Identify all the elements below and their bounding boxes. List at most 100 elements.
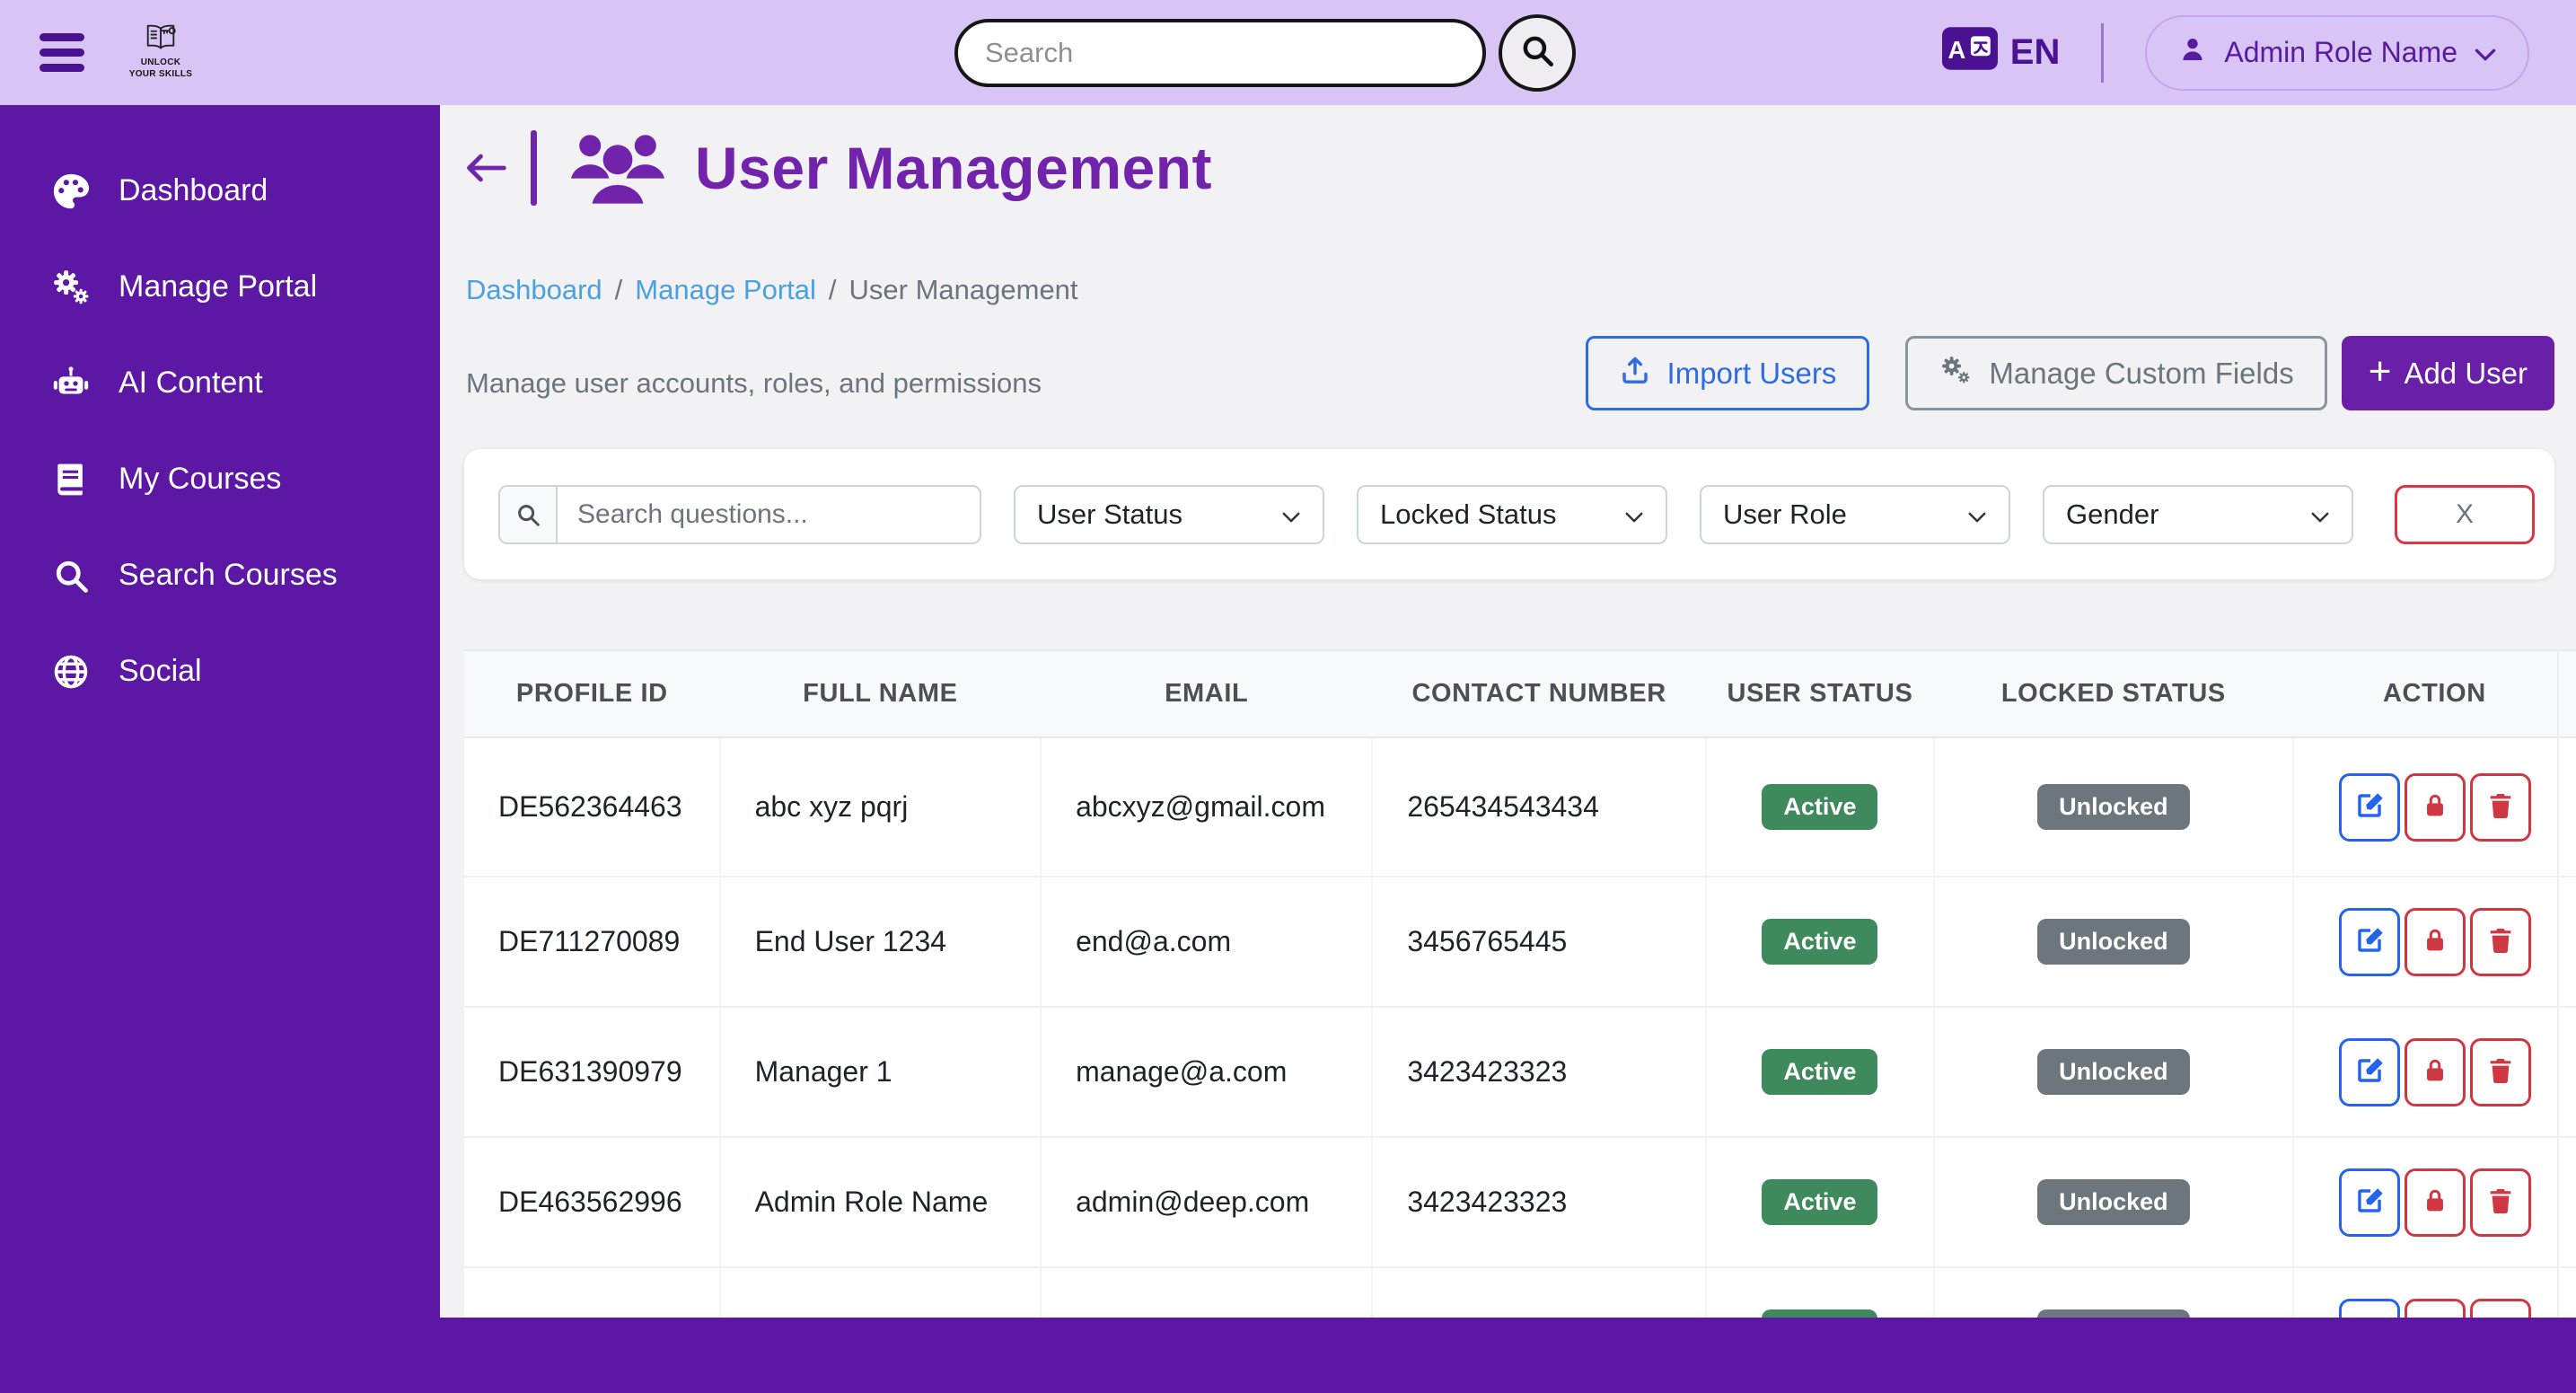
user-status-badge: Active (1762, 784, 1877, 830)
user-status-badge: Active (1762, 919, 1877, 965)
col-locked-status: LOCKED STATUS (1934, 650, 2293, 737)
contact-cell: 3456765445 (1372, 877, 1706, 1007)
col-profile-id: PROFILE ID (464, 650, 720, 737)
upload-icon (1619, 354, 1651, 393)
user-menu-label: Admin Role Name (2224, 36, 2457, 69)
svg-text:A: A (1947, 35, 1965, 63)
gender-select[interactable]: Gender (2043, 485, 2353, 544)
full-name-cell: Manager 1 (720, 1007, 1042, 1137)
delete-user-button[interactable] (2470, 1168, 2531, 1237)
gears-icon (1939, 353, 1973, 394)
sidebar-item-my-courses[interactable]: My Courses (0, 431, 440, 527)
profile-id-cell: DE711270089 (464, 877, 720, 1007)
sidebar-item-label: My Courses (119, 462, 281, 497)
profile-id-cell: DE562364463 (464, 737, 720, 877)
delete-user-button[interactable] (2470, 773, 2531, 842)
hamburger-menu-icon[interactable] (40, 33, 84, 72)
page-description: Manage user accounts, roles, and permiss… (466, 367, 1042, 400)
edit-user-button[interactable] (2339, 1168, 2400, 1237)
edit-icon (2353, 789, 2386, 824)
profile-id-cell: DE463562996 (464, 1137, 720, 1267)
profile-id-cell: DE631390979 (464, 1007, 720, 1137)
contact-cell: 3423423323 (1372, 1007, 1706, 1137)
book-key-logo-icon (122, 22, 199, 56)
sidebar-item-label: Social (119, 654, 202, 689)
full-name-cell: End User 1234 (720, 877, 1042, 1007)
sidebar-item-label: Search Courses (119, 558, 338, 593)
breadcrumb-manage-portal[interactable]: Manage Portal (635, 274, 816, 306)
breadcrumb-dashboard[interactable]: Dashboard (466, 274, 602, 306)
lock-user-button[interactable] (2405, 773, 2466, 842)
brand-logo[interactable]: UNLOCK YOUR SKILLS (122, 22, 199, 79)
language-selector[interactable]: A EN (1942, 27, 2061, 79)
sidebar-item-label: AI Content (119, 366, 263, 401)
lock-icon (2421, 926, 2449, 957)
delete-user-button[interactable] (2470, 1038, 2531, 1106)
language-label: EN (2010, 32, 2061, 73)
lock-user-button[interactable] (2405, 1299, 2466, 1318)
sidebar-item-search-courses[interactable]: Search Courses (0, 527, 440, 623)
user-role-select[interactable]: User Role (1700, 485, 2010, 544)
table-row: DE463562996 Admin Role Name admin@deep.c… (464, 1137, 2576, 1267)
book-icon (50, 459, 92, 500)
edit-icon (2353, 924, 2386, 959)
delete-user-button[interactable] (2470, 1299, 2531, 1318)
edit-user-button[interactable] (2339, 773, 2400, 842)
plus-icon: + (2369, 352, 2392, 392)
add-user-button[interactable]: + Add User (2342, 336, 2554, 410)
sidebar-item-label: Dashboard (119, 173, 268, 208)
global-search-input[interactable] (954, 19, 1486, 87)
import-users-button[interactable]: Import Users (1586, 336, 1870, 410)
delete-user-button[interactable] (2470, 908, 2531, 976)
main-content: User Management Dashboard / Manage Porta… (440, 105, 2576, 1318)
page-title: User Management (695, 134, 1212, 202)
user-status-select-value: User Status (1037, 498, 1182, 531)
edit-user-button[interactable] (2339, 1299, 2400, 1318)
back-arrow-icon[interactable] (464, 151, 507, 185)
filter-bar: User Status Locked Status User Role Gend… (464, 449, 2554, 579)
breadcrumb-current: User Management (849, 274, 1078, 306)
edit-icon (2353, 1185, 2386, 1220)
edit-user-button[interactable] (2339, 1038, 2400, 1106)
breadcrumb-separator: / (829, 274, 837, 306)
email-cell: admin@deep.com (1041, 1137, 1372, 1267)
sidebar-item-dashboard[interactable]: Dashboard (0, 143, 440, 239)
close-icon: X (2456, 499, 2474, 530)
global-search-button[interactable] (1499, 14, 1576, 92)
chevron-down-icon (1281, 498, 1301, 531)
import-users-label: Import Users (1667, 357, 1837, 391)
clear-filters-button[interactable]: X (2395, 485, 2535, 544)
lock-user-button[interactable] (2405, 908, 2466, 976)
chevron-down-icon (2310, 498, 2330, 531)
contact-cell: +12345678900 (1372, 1267, 1706, 1318)
translate-icon: A (1942, 27, 1998, 79)
table-row: DE711270089 End User 1234 end@a.com 3456… (464, 877, 2576, 1007)
user-menu[interactable]: Admin Role Name (2145, 15, 2529, 91)
lock-user-button[interactable] (2405, 1038, 2466, 1106)
sidebar-item-manage-portal[interactable]: Manage Portal (0, 239, 440, 335)
globe-icon (50, 651, 92, 692)
filter-search-input[interactable] (556, 485, 981, 544)
chevron-down-icon (1624, 498, 1644, 531)
palette-icon (50, 171, 92, 212)
user-status-select[interactable]: User Status (1014, 485, 1324, 544)
sidebar-item-social[interactable]: Social (0, 623, 440, 719)
users-table-card: PROFILE ID FULL NAME EMAIL CONTACT NUMBE… (464, 649, 2576, 1318)
search-icon (50, 555, 92, 596)
col-user-status: USER STATUS (1706, 650, 1934, 737)
manage-custom-fields-button[interactable]: Manage Custom Fields (1905, 336, 2326, 410)
lock-user-button[interactable] (2405, 1168, 2466, 1237)
logo-text-line1: UNLOCK (122, 57, 199, 67)
col-full-name: FULL NAME (720, 650, 1042, 737)
topbar: UNLOCK YOUR SKILLS A EN (0, 0, 2576, 105)
col-email: EMAIL (1041, 650, 1372, 737)
table-row: DE487034925 Test User test@gmail.com +12… (464, 1267, 2576, 1318)
locked-status-select[interactable]: Locked Status (1357, 485, 1667, 544)
edit-user-button[interactable] (2339, 908, 2400, 976)
col-action: ACTION (2293, 650, 2576, 737)
sidebar-item-ai-content[interactable]: AI Content (0, 335, 440, 431)
topbar-divider (2101, 23, 2104, 83)
logo-text-line2: YOUR SKILLS (122, 69, 199, 79)
user-status-badge: Active (1762, 1049, 1877, 1095)
user-status-badge: Active (1762, 1309, 1877, 1318)
